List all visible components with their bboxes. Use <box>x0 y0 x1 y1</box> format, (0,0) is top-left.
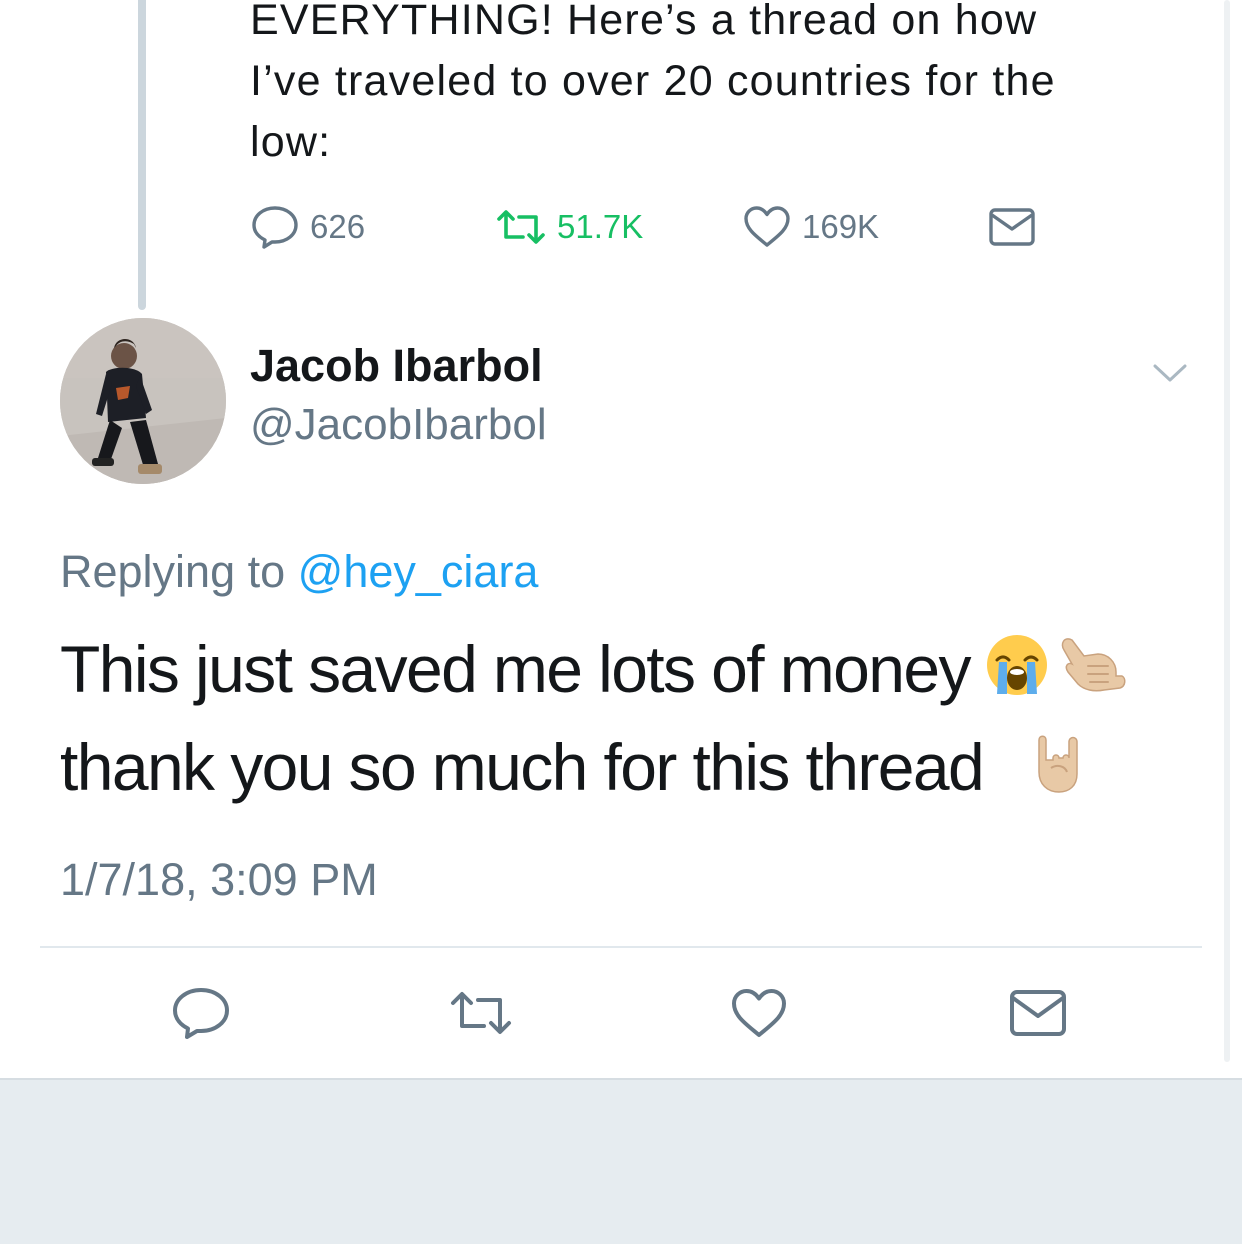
tweet-body-line: thank you so much for this thread <box>60 718 1190 816</box>
envelope-icon <box>988 207 1036 247</box>
tweet-menu-button[interactable] <box>1150 358 1190 388</box>
parent-tweet-line: EVERYTHING! Here’s a thread on how <box>250 0 1038 44</box>
tweet-action-bar <box>0 980 1242 1050</box>
parent-tweet-actions: 626 51.7K 169K <box>250 202 1070 252</box>
retweet-icon <box>495 207 547 247</box>
tweet-body: This just saved me lots of money thank y… <box>60 620 1190 816</box>
retweet-icon <box>448 988 514 1043</box>
tweet-body-line: This just saved me lots of money <box>60 620 1190 718</box>
scrollbar[interactable] <box>1224 0 1230 1062</box>
parent-tweet-line: low: <box>250 118 332 166</box>
reply-button[interactable] <box>166 980 236 1050</box>
author-handle[interactable]: @JacobIbarbol <box>250 400 547 450</box>
parent-dm-button[interactable] <box>988 202 1036 252</box>
reply-icon <box>250 204 300 250</box>
retweet-button[interactable] <box>446 980 516 1050</box>
call-me-hand-icon <box>1054 626 1128 724</box>
tweet-body-text-1: This just saved me lots of money <box>60 632 971 706</box>
tweet-timestamp: 1/7/18, 3:09 PM <box>60 854 378 905</box>
envelope-icon <box>1008 988 1068 1043</box>
parent-like-button[interactable]: 169K <box>742 202 879 252</box>
parent-retweet-count: 51.7K <box>557 208 644 245</box>
divider <box>40 946 1202 948</box>
parent-reply-button[interactable]: 626 <box>250 202 365 252</box>
sign-of-the-horns-icon <box>1031 724 1085 822</box>
like-button[interactable] <box>724 980 794 1050</box>
parent-retweet-button[interactable]: 51.7K <box>495 202 643 252</box>
share-via-dm-button[interactable] <box>1003 980 1073 1050</box>
chevron-down-icon <box>1150 364 1190 392</box>
replying-prefix: Replying to <box>60 546 286 597</box>
thread-connector-line <box>138 0 146 310</box>
parent-reply-count: 626 <box>310 208 366 245</box>
parent-like-count: 169K <box>802 208 880 245</box>
parent-tweet-text: EVERYTHING! Here’s a thread on how I’ve … <box>250 0 1190 173</box>
tweet-body-text-2: thank you so much for this thread <box>60 730 985 804</box>
heart-icon <box>742 204 792 250</box>
heart-icon <box>729 986 789 1045</box>
replying-to-context: Replying to @hey_ciara <box>60 546 538 598</box>
avatar[interactable] <box>60 318 226 484</box>
footer-background <box>0 1078 1242 1244</box>
parent-tweet-line: I’ve traveled to over 20 countries for t… <box>250 57 1056 105</box>
reply-icon <box>171 985 231 1046</box>
replying-to-mention[interactable]: @hey_ciara <box>298 546 539 597</box>
loudly-crying-face-icon <box>984 626 1050 724</box>
author-name[interactable]: Jacob Ibarbol <box>250 340 543 392</box>
